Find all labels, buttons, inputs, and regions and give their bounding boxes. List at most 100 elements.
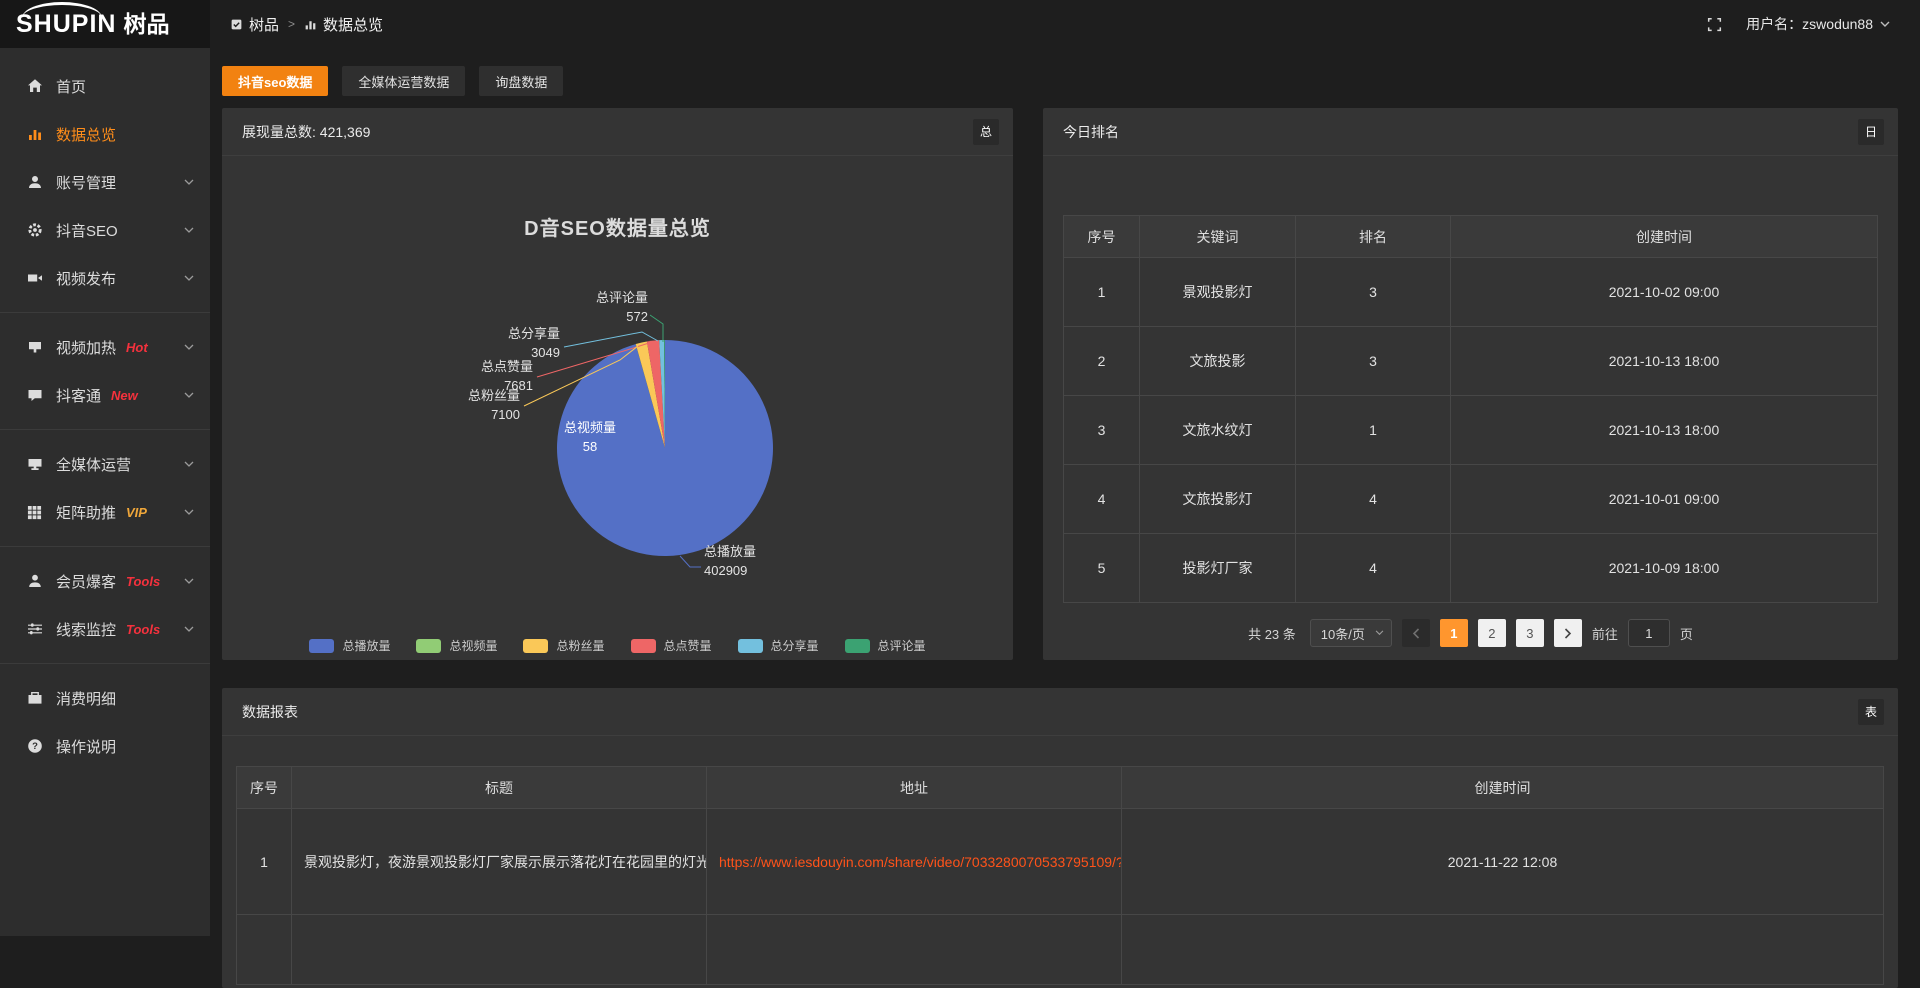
chart-legend: 总播放量 总视频量 总粉丝量 总点赞量 总分享量 总评论量 (222, 637, 1013, 654)
table-row: 1 景观投影灯 3 2021-10-02 09:00 (1064, 258, 1878, 327)
sidebar-item-video-heat[interactable]: 视频加热 Hot (0, 323, 210, 371)
user-menu[interactable]: 用户名：zswodun88 (1746, 14, 1890, 34)
menu-divider (0, 546, 210, 547)
tab-inquiry-data[interactable]: 询盘数据 (479, 66, 563, 96)
chevron-down-icon (184, 509, 194, 516)
breadcrumb-current[interactable]: 数据总览 (304, 14, 383, 35)
cell-time: 2021-11-22 12:08 (1122, 809, 1884, 915)
rank-panel-header: 今日排名 日 (1043, 108, 1898, 156)
topbar-right: 用户名：zswodun88 (1707, 14, 1920, 34)
legend-swatch (309, 639, 334, 653)
cell-keyword: 文旅水纹灯 (1140, 396, 1296, 465)
topbar: SHUPIN 树品 树品 > 数据总览 用户名：zswodun88 (0, 0, 1920, 48)
chevron-down-icon (184, 344, 194, 351)
day-badge-button[interactable]: 日 (1858, 119, 1884, 145)
sidebar-item-omnimedia[interactable]: 全媒体运营 (0, 440, 210, 488)
legend-item[interactable]: 总评论量 (845, 637, 926, 654)
report-panel-header: 数据报表 表 (222, 688, 1898, 736)
rank-table-header-row: 序号 关键词 排名 创建时间 (1064, 216, 1878, 258)
cell-index: 1 (1064, 258, 1140, 327)
video-camera-icon (26, 270, 43, 286)
rank-table: 序号 关键词 排名 创建时间 1 景观投影灯 3 2021-10-02 09:0… (1063, 215, 1878, 603)
sidebar-item-member-burst[interactable]: 会员爆客 Tools (0, 557, 210, 605)
chevron-down-icon (184, 227, 194, 234)
col-time: 创建时间 (1122, 767, 1884, 809)
chevron-down-icon (184, 179, 194, 186)
report-table: 序号 标题 地址 创建时间 1 景观投影灯，夜游景观投影灯厂家展示展示落花灯在花… (236, 766, 1884, 985)
total-badge-button[interactable]: 总 (973, 119, 999, 145)
cell-index: 1 (237, 809, 292, 915)
sidebar-item-data-overview[interactable]: 数据总览 (0, 110, 210, 158)
chevron-down-icon (184, 578, 194, 585)
pie-chart: D音SEO数据量总览 总评论量572 总分享量3049 总点赞量7681 (222, 156, 1013, 660)
sidebar-item-video-publish[interactable]: 视频发布 (0, 254, 210, 302)
cell-time: 2021-10-02 09:00 (1451, 258, 1878, 327)
chevron-left-icon (1412, 628, 1420, 639)
overview-panel: 展现量总数: 421,369 总 D音SEO数据量总览 总评论量572 总分享量… (222, 108, 1013, 660)
sidebar-item-label: 数据总览 (56, 124, 116, 145)
col-time: 创建时间 (1451, 216, 1878, 258)
sidebar-item-label: 全媒体运营 (56, 454, 131, 475)
sidebar-item-lead-monitor[interactable]: 线索监控 Tools (0, 605, 210, 653)
sidebar: 首页 数据总览 账号管理 抖音SEO 视频发布 视频加热 Hot (0, 48, 210, 936)
sidebar-item-matrix-boost[interactable]: 矩阵助推 VIP (0, 488, 210, 536)
sidebar-item-consumption[interactable]: 消费明细 (0, 674, 210, 722)
fullscreen-icon[interactable] (1707, 17, 1722, 32)
cell-index: 5 (1064, 534, 1140, 603)
col-url: 地址 (707, 767, 1122, 809)
tab-omnimedia-data[interactable]: 全媒体运营数据 (342, 66, 465, 96)
home-icon (26, 78, 43, 94)
prev-page-button[interactable] (1402, 619, 1430, 647)
user-label: 用户名：zswodun88 (1746, 14, 1873, 34)
goto-unit: 页 (1680, 624, 1693, 643)
table-badge-button[interactable]: 表 (1858, 699, 1884, 725)
cell-keyword: 投影灯厂家 (1140, 534, 1296, 603)
cell-index: 4 (1064, 465, 1140, 534)
app-logo: SHUPIN 树品 (0, 0, 210, 48)
sidebar-item-label: 矩阵助推 (56, 502, 116, 523)
sidebar-item-doukotong[interactable]: 抖客通 New (0, 371, 210, 419)
breadcrumb: 树品 > 数据总览 (230, 14, 383, 35)
sidebar-item-account[interactable]: 账号管理 (0, 158, 210, 206)
cell-keyword: 景观投影灯 (1140, 258, 1296, 327)
legend-item[interactable]: 总点赞量 (631, 637, 712, 654)
main-content: 抖音seo数据 全媒体运营数据 询盘数据 展现量总数: 421,369 总 D音… (210, 48, 1920, 936)
page-button-3[interactable]: 3 (1516, 619, 1544, 647)
cell-rank: 3 (1296, 327, 1451, 396)
col-index: 序号 (237, 767, 292, 809)
sidebar-item-label: 首页 (56, 76, 86, 97)
sliders-icon (26, 621, 43, 637)
rank-panel: 今日排名 日 序号 关键词 排名 创建时间 1 景观投影灯 (1043, 108, 1898, 660)
chevron-down-icon (184, 275, 194, 282)
overview-panel-header: 展现量总数: 421,369 总 (222, 108, 1013, 156)
question-circle-icon: ? (26, 738, 43, 754)
video-link[interactable]: https://www.iesdouyin.com/share/video/70… (719, 854, 1122, 870)
data-tabs: 抖音seo数据 全媒体运营数据 询盘数据 (222, 66, 563, 96)
page-button-1[interactable]: 1 (1440, 619, 1468, 647)
table-row: 3 文旅水纹灯 1 2021-10-13 18:00 (1064, 396, 1878, 465)
next-page-button[interactable] (1554, 619, 1582, 647)
col-title: 标题 (292, 767, 707, 809)
pie-label-comments: 总评论量572 (596, 288, 648, 326)
overview-total-label: 展现量总数: 421,369 (242, 122, 370, 142)
logo-text-en: SHUPIN (16, 12, 116, 37)
page-button-2[interactable]: 2 (1478, 619, 1506, 647)
cell-time: 2021-10-09 18:00 (1451, 534, 1878, 603)
legend-item[interactable]: 总分享量 (738, 637, 819, 654)
sidebar-item-help[interactable]: ? 操作说明 (0, 722, 210, 770)
pagination: 共 23 条 10条/页 1 2 3 前往 页 (1063, 619, 1878, 647)
chevron-down-icon (184, 461, 194, 468)
legend-item[interactable]: 总视频量 (416, 637, 497, 654)
sidebar-item-douyin-seo[interactable]: 抖音SEO (0, 206, 210, 254)
cell-title (292, 915, 707, 985)
goto-page-input[interactable] (1628, 619, 1670, 647)
breadcrumb-root[interactable]: 树品 (230, 14, 279, 35)
sidebar-item-label: 操作说明 (56, 736, 116, 757)
sidebar-item-home[interactable]: 首页 (0, 62, 210, 110)
tab-douyin-seo-data[interactable]: 抖音seo数据 (222, 66, 328, 96)
page-size-select[interactable]: 10条/页 (1310, 619, 1392, 647)
legend-item[interactable]: 总播放量 (309, 637, 390, 654)
legend-item[interactable]: 总粉丝量 (523, 637, 604, 654)
pie-label-fans: 总粉丝量7100 (468, 386, 520, 424)
table-row: 2 文旅投影 3 2021-10-13 18:00 (1064, 327, 1878, 396)
